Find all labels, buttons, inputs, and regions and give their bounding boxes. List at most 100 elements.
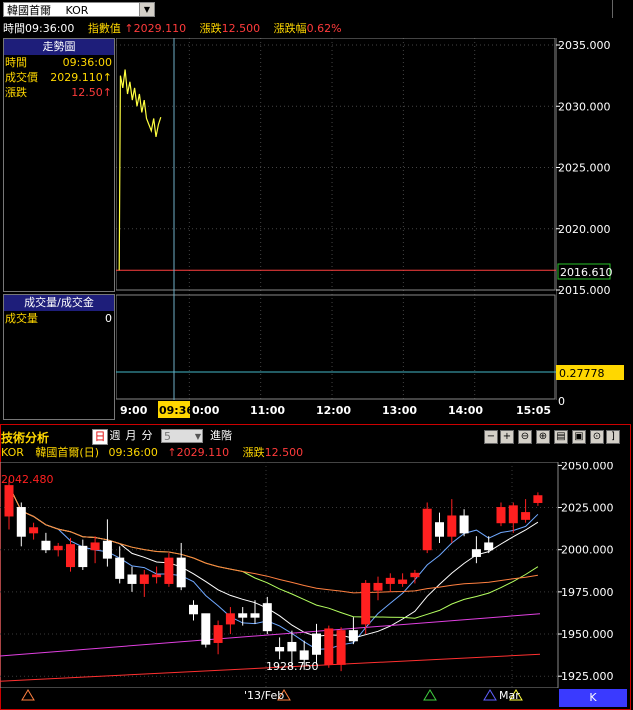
- time-tick-label: 14:00: [448, 404, 483, 417]
- change-label: 漲跌: [199, 22, 222, 35]
- timeframe-day[interactable]: 日: [92, 429, 108, 445]
- volume-row: 成交量 0: [4, 311, 114, 326]
- candle-body: [78, 545, 88, 568]
- chevron-down-icon[interactable]: ▼: [195, 430, 201, 444]
- candle-body: [90, 542, 100, 551]
- time-tick-label: 12:00: [316, 404, 351, 417]
- save-icon[interactable]: ▣: [572, 430, 586, 444]
- intraday-price-line: [118, 69, 162, 271]
- candle-body: [238, 613, 248, 618]
- timeframe-month[interactable]: 月: [124, 429, 138, 443]
- candle-body: [164, 557, 174, 584]
- candle-body: [435, 522, 444, 537]
- candle-body: [348, 630, 358, 642]
- trend-row-time: 時間 09:36:00: [4, 55, 114, 70]
- change-value: 12.500: [221, 22, 261, 35]
- price-axis-tick-label: 2035.000: [558, 39, 611, 52]
- candle-body: [275, 647, 285, 652]
- minute-interval-value: 5: [164, 430, 171, 443]
- volume-panel: 成交量/成交金 成交量 0: [3, 294, 115, 420]
- candle-body: [102, 540, 112, 559]
- moving-average-line: [8, 485, 539, 639]
- trend-row-change: 漲跌 12.50↑: [4, 85, 114, 100]
- candle-body: [312, 633, 321, 655]
- intraday-chart[interactable]: [116, 38, 556, 418]
- candle-axis-tick-label: 1925.000: [561, 670, 614, 683]
- candle-body: [139, 574, 149, 584]
- price-area-border: [116, 38, 556, 291]
- price-axis-tick-label: 2025.000: [558, 162, 611, 175]
- ta-change-label: 漲跌: [242, 446, 265, 459]
- trend-change-value: 12.50↑: [71, 86, 112, 99]
- date-axis: '13/Feb Mar: [21, 689, 523, 702]
- time-tick-label: 13:00: [382, 404, 417, 417]
- volume-panel-title[interactable]: 成交量/成交金: [4, 295, 114, 311]
- search-icon[interactable]: ⊙: [590, 430, 604, 444]
- symbol-select-value: 韓國首爾 KOR: [7, 4, 89, 17]
- intraday-price-axis: 2035.000 2030.000 2025.000 2020.000 2015.000…: [555, 38, 633, 418]
- time-tick-label: 9:00: [120, 404, 148, 417]
- candle-body: [459, 515, 469, 534]
- index-label: 指數值: [87, 22, 121, 35]
- candle-body: [521, 512, 531, 520]
- candle-body: [127, 574, 137, 584]
- advanced-button[interactable]: 進階: [207, 429, 235, 443]
- volume-label: 成交量: [5, 312, 38, 325]
- candle-body: [29, 527, 39, 534]
- candle-body: [16, 507, 26, 537]
- price-axis-tick-label: 2030.000: [558, 100, 611, 113]
- candlestick-chart[interactable]: 2042.480 1928.750: [0, 462, 558, 688]
- index-value: ↑2029.110: [124, 22, 187, 35]
- candle-body: [385, 577, 395, 584]
- date-tick-feb: '13/Feb: [244, 689, 284, 702]
- zoom-out-icon[interactable]: −: [484, 430, 498, 444]
- candle-body: [287, 641, 297, 652]
- timeframe-minute[interactable]: 分: [140, 429, 154, 443]
- candle-axis-tick-label: 2025.000: [561, 502, 614, 515]
- time-label: 時間: [3, 22, 25, 35]
- time-tick-label: 15:05: [516, 404, 551, 417]
- candle-axis-tick-label: 2050.000: [561, 462, 614, 472]
- trend-panel-title[interactable]: 走勢圖: [4, 39, 114, 55]
- bracket-icon[interactable]: ]: [606, 430, 620, 444]
- candle-body: [66, 544, 75, 568]
- trend-time-value: 09:36:00: [62, 56, 112, 69]
- candle-body: [262, 603, 272, 632]
- ta-name: 韓國首爾(日): [35, 446, 100, 459]
- ta-time: 09:36:00: [108, 446, 158, 459]
- trend-row-price: 成交價 2029.110↑: [4, 70, 114, 85]
- k-chart-button[interactable]: K: [559, 689, 627, 707]
- symbol-select[interactable]: 韓國首爾 KOR ▼: [3, 2, 155, 17]
- minute-interval-select[interactable]: 5 ▼: [161, 429, 203, 443]
- trend-panel: 走勢圖 時間 09:36:00 成交價 2029.110↑ 漲跌 12.50↑: [3, 38, 115, 292]
- pct-label: 漲跌幅: [273, 22, 307, 35]
- signal-triangle-icon: [483, 689, 497, 701]
- candle-body: [361, 582, 371, 625]
- ta-price: ↑2029.110: [167, 446, 230, 459]
- signal-triangle-icon: [423, 689, 437, 701]
- moving-average-line: [8, 485, 539, 619]
- candle-axis-tick-label: 2000.000: [561, 544, 614, 557]
- candle-axis-tick-label: 1975.000: [561, 586, 614, 599]
- chevron-down-icon[interactable]: ▼: [139, 3, 154, 16]
- candle-body: [225, 613, 235, 625]
- timeframe-week[interactable]: 週: [108, 429, 122, 443]
- candle-axis-tick-label: 1950.000: [561, 628, 614, 641]
- time-tick-label: 0:00: [192, 404, 220, 417]
- candle-body: [496, 507, 506, 524]
- trend-time-label: 時間: [5, 56, 27, 69]
- indicator-icon[interactable]: ▤: [554, 430, 568, 444]
- candle-body: [152, 574, 162, 578]
- time-value: 09:36:00: [25, 22, 75, 35]
- candle-body: [53, 545, 63, 551]
- time-tick-label: 11:00: [250, 404, 285, 417]
- candle-body: [410, 572, 420, 578]
- candle-body: [422, 508, 432, 551]
- candlestick-chart-border: [0, 462, 558, 688]
- candle-body: [398, 579, 408, 584]
- volume-area-border: [116, 294, 556, 400]
- zoom-in-icon[interactable]: +: [500, 430, 514, 444]
- magnify-plus-icon[interactable]: ⊕: [536, 430, 550, 444]
- magnify-minus-icon[interactable]: ⊖: [518, 430, 532, 444]
- candle-body: [508, 505, 518, 524]
